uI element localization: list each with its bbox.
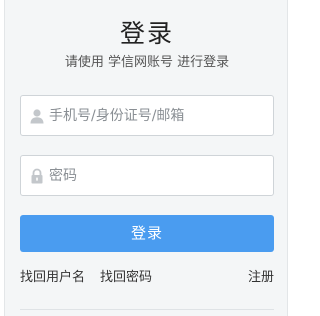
login-button[interactable]: 登录 xyxy=(20,215,274,252)
login-subtitle: 请使用 学信网账号 进行登录 xyxy=(5,54,289,72)
user-icon xyxy=(29,108,45,124)
divider xyxy=(20,309,274,310)
lock-icon xyxy=(29,168,45,184)
subtitle-account-name: 学信网账号 xyxy=(107,55,173,70)
register-link[interactable]: 注册 xyxy=(248,268,274,288)
find-username-link[interactable]: 找回用户名 xyxy=(20,268,85,288)
password-field[interactable] xyxy=(20,155,274,196)
password-input[interactable] xyxy=(49,156,269,195)
subtitle-suffix: 进行登录 xyxy=(173,55,230,70)
page-title: 登录 xyxy=(119,19,174,48)
subtitle-prefix: 请使用 xyxy=(64,55,108,70)
find-password-link[interactable]: 找回密码 xyxy=(100,268,152,288)
account-links: 找回用户名 找回密码 注册 xyxy=(20,268,274,288)
login-panel: 登录 请使用 学信网账号 进行登录 登录 找回用户名 找回密码 注册 xyxy=(4,0,288,316)
username-field[interactable] xyxy=(20,95,274,136)
username-input[interactable] xyxy=(49,96,269,135)
